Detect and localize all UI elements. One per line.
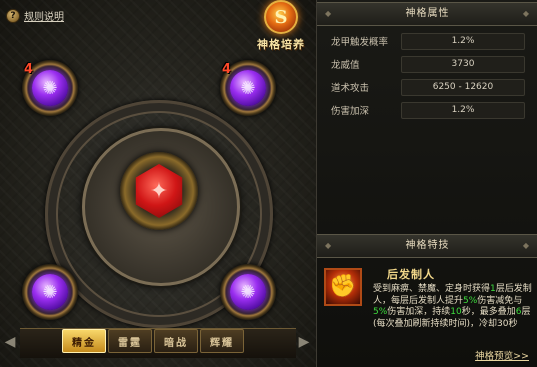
emblem-title: 神格培养 <box>257 38 305 51</box>
fist-icon[interactable]: ✊ <box>324 268 362 306</box>
orb-slot-top-right[interactable]: ✺ 4 <box>220 60 276 116</box>
orb-glyph: ✺ <box>42 281 58 303</box>
desc-text: 秒，最多叠加 <box>461 307 516 317</box>
rules-link[interactable]: ? 规则说明 <box>6 8 64 23</box>
arrow-left-icon[interactable]: ◀ <box>2 334 18 350</box>
tab-jingjin[interactable]: 精金 <box>62 329 106 353</box>
gem-glyph: ✦ <box>149 178 169 204</box>
orb-glyph: ✺ <box>240 281 256 303</box>
attribute-value: 1.2% <box>401 101 525 119</box>
purple-orb-icon: ✺ <box>230 70 266 106</box>
desc-text: 受到麻痹、禁魔、定身时获得 <box>373 284 491 294</box>
attribute-name: 伤害加深 <box>331 106 370 117</box>
attribute-row: 伤害加深 1.2% <box>331 99 525 121</box>
slot-level: 4 <box>222 62 232 77</box>
attribute-name: 龙威值 <box>331 60 360 71</box>
attribute-row: 道术攻击 6250 - 12620 <box>331 76 525 98</box>
attribute-value: 6250 - 12620 <box>401 78 525 96</box>
question-icon: ? <box>6 8 20 23</box>
purple-orb-icon: ✺ <box>32 274 68 310</box>
attributes-header: 神格属性 <box>317 2 537 26</box>
rules-label: 规则说明 <box>24 12 64 23</box>
tab-anzhan[interactable]: 暗战 <box>154 329 198 353</box>
slot-level: 4 <box>24 62 34 77</box>
attribute-list: 龙甲触发概率 1.2% 龙威值 3730 道术攻击 6250 - 12620 伤… <box>331 30 525 122</box>
desc-number: 5% <box>373 307 388 317</box>
cultivation-emblem: S 神格培养 <box>252 0 310 56</box>
purple-orb-icon: ✺ <box>230 274 266 310</box>
red-gem-icon: ✦ <box>135 164 183 218</box>
orb-glyph: ✺ <box>240 77 256 99</box>
desc-text: 伤害加深，持续 <box>387 307 451 317</box>
orb-slot-top-left[interactable]: ✺ 4 <box>22 60 78 116</box>
desc-number: 5% <box>463 295 478 306</box>
category-tabs: 精金 雷霆 暗战 辉耀 <box>62 329 244 353</box>
attribute-value: 1.2% <box>401 32 525 50</box>
attribute-name: 道术攻击 <box>331 83 370 94</box>
orb-slot-bottom-left[interactable]: ✺ <box>22 264 78 320</box>
tab-huiyao[interactable]: 辉耀 <box>200 329 244 353</box>
orb-slot-bottom-right[interactable]: ✺ <box>220 264 276 320</box>
desc-text: 伤害减免与 <box>477 295 523 306</box>
attribute-row: 龙威值 3730 <box>331 53 525 75</box>
emblem-icon: S <box>264 0 298 34</box>
skill-name: 后发制人 <box>387 268 435 281</box>
purple-orb-icon: ✺ <box>32 70 68 106</box>
skill-header: 神格特技 <box>317 234 537 258</box>
skill-description: 受到麻痹、禁魔、定身时获得1层后发制人，每层后发制人提升5%伤害减免与5%伤害加… <box>373 284 533 330</box>
cultivation-panel: ? 规则说明 S 神格培养 ✦ ✺ 4 ✺ 4 ✺ ✺ ◀ ▶ 精金 雷霆 暗战… <box>0 0 316 367</box>
attribute-row: 龙甲触发概率 1.2% <box>331 30 525 52</box>
center-gem-socket[interactable]: ✦ <box>120 152 198 230</box>
arrow-right-icon[interactable]: ▶ <box>296 334 312 350</box>
orb-glyph: ✺ <box>42 77 58 99</box>
desc-number: 10 <box>450 307 462 317</box>
attribute-value: 3730 <box>401 55 525 73</box>
attribute-name: 龙甲触发概率 <box>331 37 389 48</box>
tab-leiting[interactable]: 雷霆 <box>108 329 152 353</box>
info-panel: 神格属性 龙甲触发概率 1.2% 龙威值 3730 道术攻击 6250 - 12… <box>316 0 537 367</box>
preview-link[interactable]: 神格预览>> <box>475 348 529 362</box>
